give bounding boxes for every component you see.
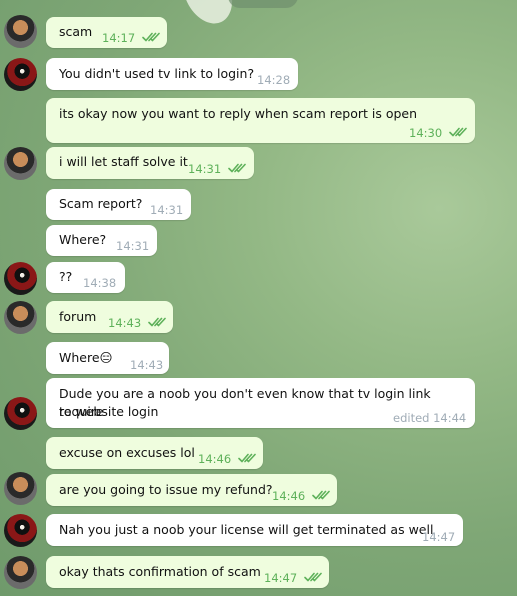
- message-bubble-incoming[interactable]: Dude you are a noob you don't even know …: [46, 378, 475, 428]
- message-bubble-outgoing[interactable]: i will let staff solve it 14:31: [46, 147, 254, 179]
- message-bubble-incoming[interactable]: ?? 14:38: [46, 262, 125, 293]
- top-overlay-tab: [228, 0, 298, 8]
- double-check-icon: [238, 453, 256, 463]
- message-time: 14:46: [198, 452, 232, 466]
- message-time: 14:38: [83, 276, 117, 290]
- message-time: 14:30: [409, 126, 443, 140]
- message-text: i will let staff solve it: [59, 154, 188, 169]
- message-text-content: Where: [59, 350, 100, 365]
- avatar-self[interactable]: [4, 472, 37, 505]
- message-text: Scam report?: [59, 196, 143, 211]
- message-time: 14:17: [102, 31, 136, 45]
- message-text: forum: [59, 309, 97, 324]
- expressionless-emoji: 😑: [99, 350, 113, 365]
- message-edited-time: edited 14:44: [393, 411, 467, 425]
- message-text: Where😑: [59, 349, 113, 367]
- message-text-line: to website login: [59, 404, 159, 419]
- message-text: Where?: [59, 232, 107, 247]
- double-check-icon: [312, 490, 330, 500]
- avatar-self[interactable]: [4, 301, 37, 334]
- message-time: 14:46: [272, 489, 306, 503]
- message-text: excuse on excuses lol: [59, 445, 195, 460]
- message-bubble-outgoing[interactable]: are you going to issue my refund? 14:46: [46, 474, 337, 506]
- double-check-icon: [148, 317, 166, 327]
- message-text: are you going to issue my refund?: [59, 482, 273, 497]
- message-bubble-incoming[interactable]: You didn't used tv link to login? 14:28: [46, 58, 298, 90]
- double-check-icon: [449, 127, 467, 137]
- message-time: 14:31: [188, 162, 222, 176]
- message-text: scam: [59, 24, 93, 39]
- message-bubble-outgoing[interactable]: its okay now you want to reply when scam…: [46, 98, 475, 143]
- double-check-icon: [228, 163, 246, 173]
- message-time: 14:47: [264, 571, 298, 585]
- avatar-contact[interactable]: [4, 58, 37, 91]
- message-bubble-incoming[interactable]: Scam report? 14:31: [46, 189, 191, 220]
- message-bubble-incoming[interactable]: Nah you just a noob your license will ge…: [46, 514, 463, 546]
- message-time: 14:31: [150, 203, 184, 217]
- message-time: 14:31: [116, 239, 150, 253]
- avatar-self[interactable]: [4, 556, 37, 589]
- avatar-self[interactable]: [4, 147, 37, 180]
- message-bubble-outgoing[interactable]: okay thats confirmation of scam 14:47: [46, 556, 329, 588]
- avatar-contact[interactable]: [4, 397, 37, 430]
- message-text: Nah you just a noob your license will ge…: [59, 522, 434, 537]
- double-check-icon: [142, 32, 160, 42]
- avatar-contact[interactable]: [4, 262, 37, 295]
- message-time: 14:28: [257, 73, 291, 87]
- message-text: You didn't used tv link to login?: [59, 66, 255, 81]
- message-time: 14:47: [422, 530, 456, 544]
- message-bubble-outgoing[interactable]: forum 14:43: [46, 301, 173, 333]
- message-text: its okay now you want to reply when scam…: [59, 106, 418, 121]
- message-text: ??: [59, 269, 73, 284]
- message-bubble-outgoing[interactable]: scam 14:17: [46, 17, 167, 48]
- message-time: 14:43: [108, 316, 142, 330]
- message-time: 14:43: [130, 358, 164, 372]
- avatar-contact[interactable]: [4, 514, 37, 547]
- message-bubble-incoming[interactable]: Where? 14:31: [46, 225, 157, 256]
- message-text: okay thats confirmation of scam: [59, 564, 261, 579]
- message-bubble-incoming[interactable]: Where😑 14:43: [46, 342, 169, 374]
- avatar-self[interactable]: [4, 15, 37, 48]
- message-bubble-outgoing[interactable]: excuse on excuses lol 14:46: [46, 437, 263, 469]
- double-check-icon: [304, 572, 322, 582]
